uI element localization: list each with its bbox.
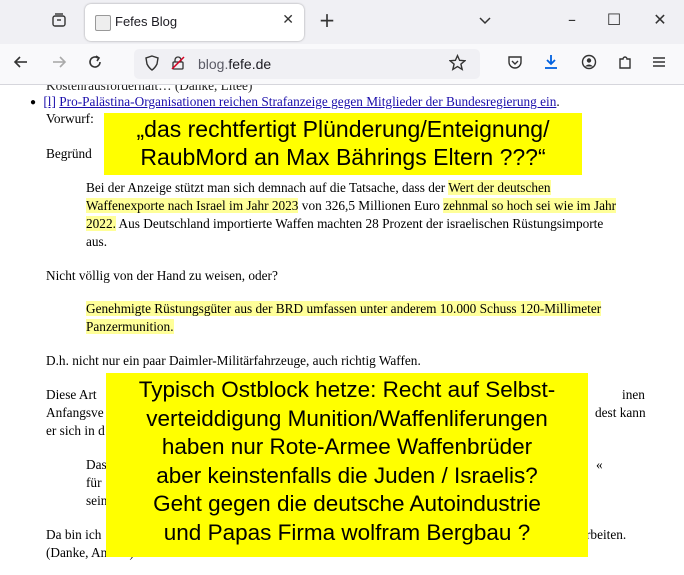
overlay-bottom-line: haben nur Rote-Armee Waffenbrüder (161, 434, 533, 459)
para3-line2-start: Anfangsve (46, 405, 104, 420)
tab-list-icon[interactable] (48, 12, 70, 33)
pocket-icon[interactable] (504, 54, 526, 75)
overlay-bottom-line: aber keinstenfalls die Juden / Israelis? (156, 462, 538, 488)
new-tab-button[interactable]: + (316, 10, 338, 30)
para3-line3-start: er sich in d (46, 423, 105, 438)
overlay-bottom-line: Typisch Ostblock hetze: Recht auf Selbst… (138, 377, 556, 402)
list-item: ● [l] Pro-Palästina-Organisationen reich… (30, 94, 560, 111)
overlay-bottom-line: Geht gegen die deutsche Autoindustrie (153, 491, 541, 516)
tab-overflow-chevron-icon[interactable] (474, 12, 496, 32)
forward-icon[interactable] (48, 54, 70, 75)
shield-icon[interactable] (142, 55, 162, 76)
bullet-icon: ● (30, 97, 37, 108)
para3-line1-start: Diese Art (46, 387, 97, 402)
overlay-top-line: RaubMord an Max Bährings Eltern ???“ (140, 144, 546, 170)
overlay-top-line: „das rechtfertigt Plünderung/Enteignung/ (136, 116, 550, 142)
annotation-overlay-top: „das rechtfertigt Plünderung/Enteignung/… (104, 113, 582, 175)
account-icon[interactable] (578, 54, 600, 75)
comment-1: Nicht völlig von der Hand zu weisen, ode… (46, 268, 278, 283)
quote3-line2-start: für (86, 475, 102, 490)
blockquote-1: Bei der Anzeige stützt man sich demnach … (86, 179, 626, 251)
tab-fefes-blog[interactable]: Fefes Blog ✕ (85, 4, 304, 41)
intro-text: Vorwurf: (46, 111, 94, 126)
last-para-line1-start: Da bin ich (46, 527, 102, 542)
tab-title: Fefes Blog (115, 14, 178, 29)
annotation-overlay-bottom: Typisch Ostblock hetze: Recht auf Selbst… (106, 373, 588, 557)
overlay-bottom-line: verteiddigung Munition/Waffenliferungen (146, 405, 548, 431)
comment-2: D.h. nicht nur ein paar Daimler-Militärf… (46, 353, 421, 368)
headline-link[interactable]: Pro-Palästina-Organisationen reichen Str… (59, 94, 556, 109)
last-para-line1-end: rbeiten. (586, 527, 627, 542)
close-window-button[interactable]: ✕ (648, 10, 672, 30)
permalink[interactable]: [l] (43, 94, 56, 109)
quote3-line1-end: « (596, 457, 603, 472)
url-bar[interactable]: blog.fefe.de (134, 49, 480, 79)
headline-period: . (556, 94, 560, 109)
quote2-highlight: Genehmigte Rüstungsgüter aus der BRD umf… (86, 301, 602, 334)
quote1-text-b: von 326,5 Millionen Euro (298, 198, 444, 213)
favicon-icon (95, 15, 111, 31)
tab-bar: Fefes Blog ✕ + – ☐ ✕ (0, 0, 684, 44)
navigation-bar: blog.fefe.de (0, 44, 684, 85)
extensions-icon[interactable] (614, 54, 636, 75)
url-text[interactable]: blog.fefe.de (198, 56, 271, 72)
para3-line1-end: inen (622, 387, 645, 402)
para3-line2-end: dest kann (595, 405, 646, 420)
blockquote-2: Genehmigte Rüstungsgüter aus der BRD umf… (86, 300, 626, 336)
permissions-icon[interactable] (168, 55, 188, 76)
tab-close-icon[interactable]: ✕ (282, 12, 294, 28)
overlay-bottom-line: und Papas Firma wolfram Bergbau ? (163, 519, 531, 545)
quote1-text-a: Bei der Anzeige stützt man sich demnach … (86, 180, 449, 195)
quote1-text-c: Aus Deutschland importierte Waffen macht… (86, 216, 604, 249)
maximize-button[interactable]: ☐ (602, 10, 626, 30)
quote3-line3-start: sein (86, 493, 108, 508)
download-icon[interactable] (540, 54, 562, 75)
back-icon[interactable] (10, 54, 32, 75)
minimize-button[interactable]: – (560, 10, 584, 30)
quote3-line1-start: Das (86, 457, 107, 472)
reload-icon[interactable] (84, 54, 106, 75)
begruendung-text: Begründ (46, 146, 92, 161)
bookmark-star-icon[interactable] (446, 53, 468, 76)
cut-off-text: Kostenrausforderhalt… (Danke, Litee) (46, 85, 253, 93)
menu-icon[interactable] (648, 54, 670, 75)
